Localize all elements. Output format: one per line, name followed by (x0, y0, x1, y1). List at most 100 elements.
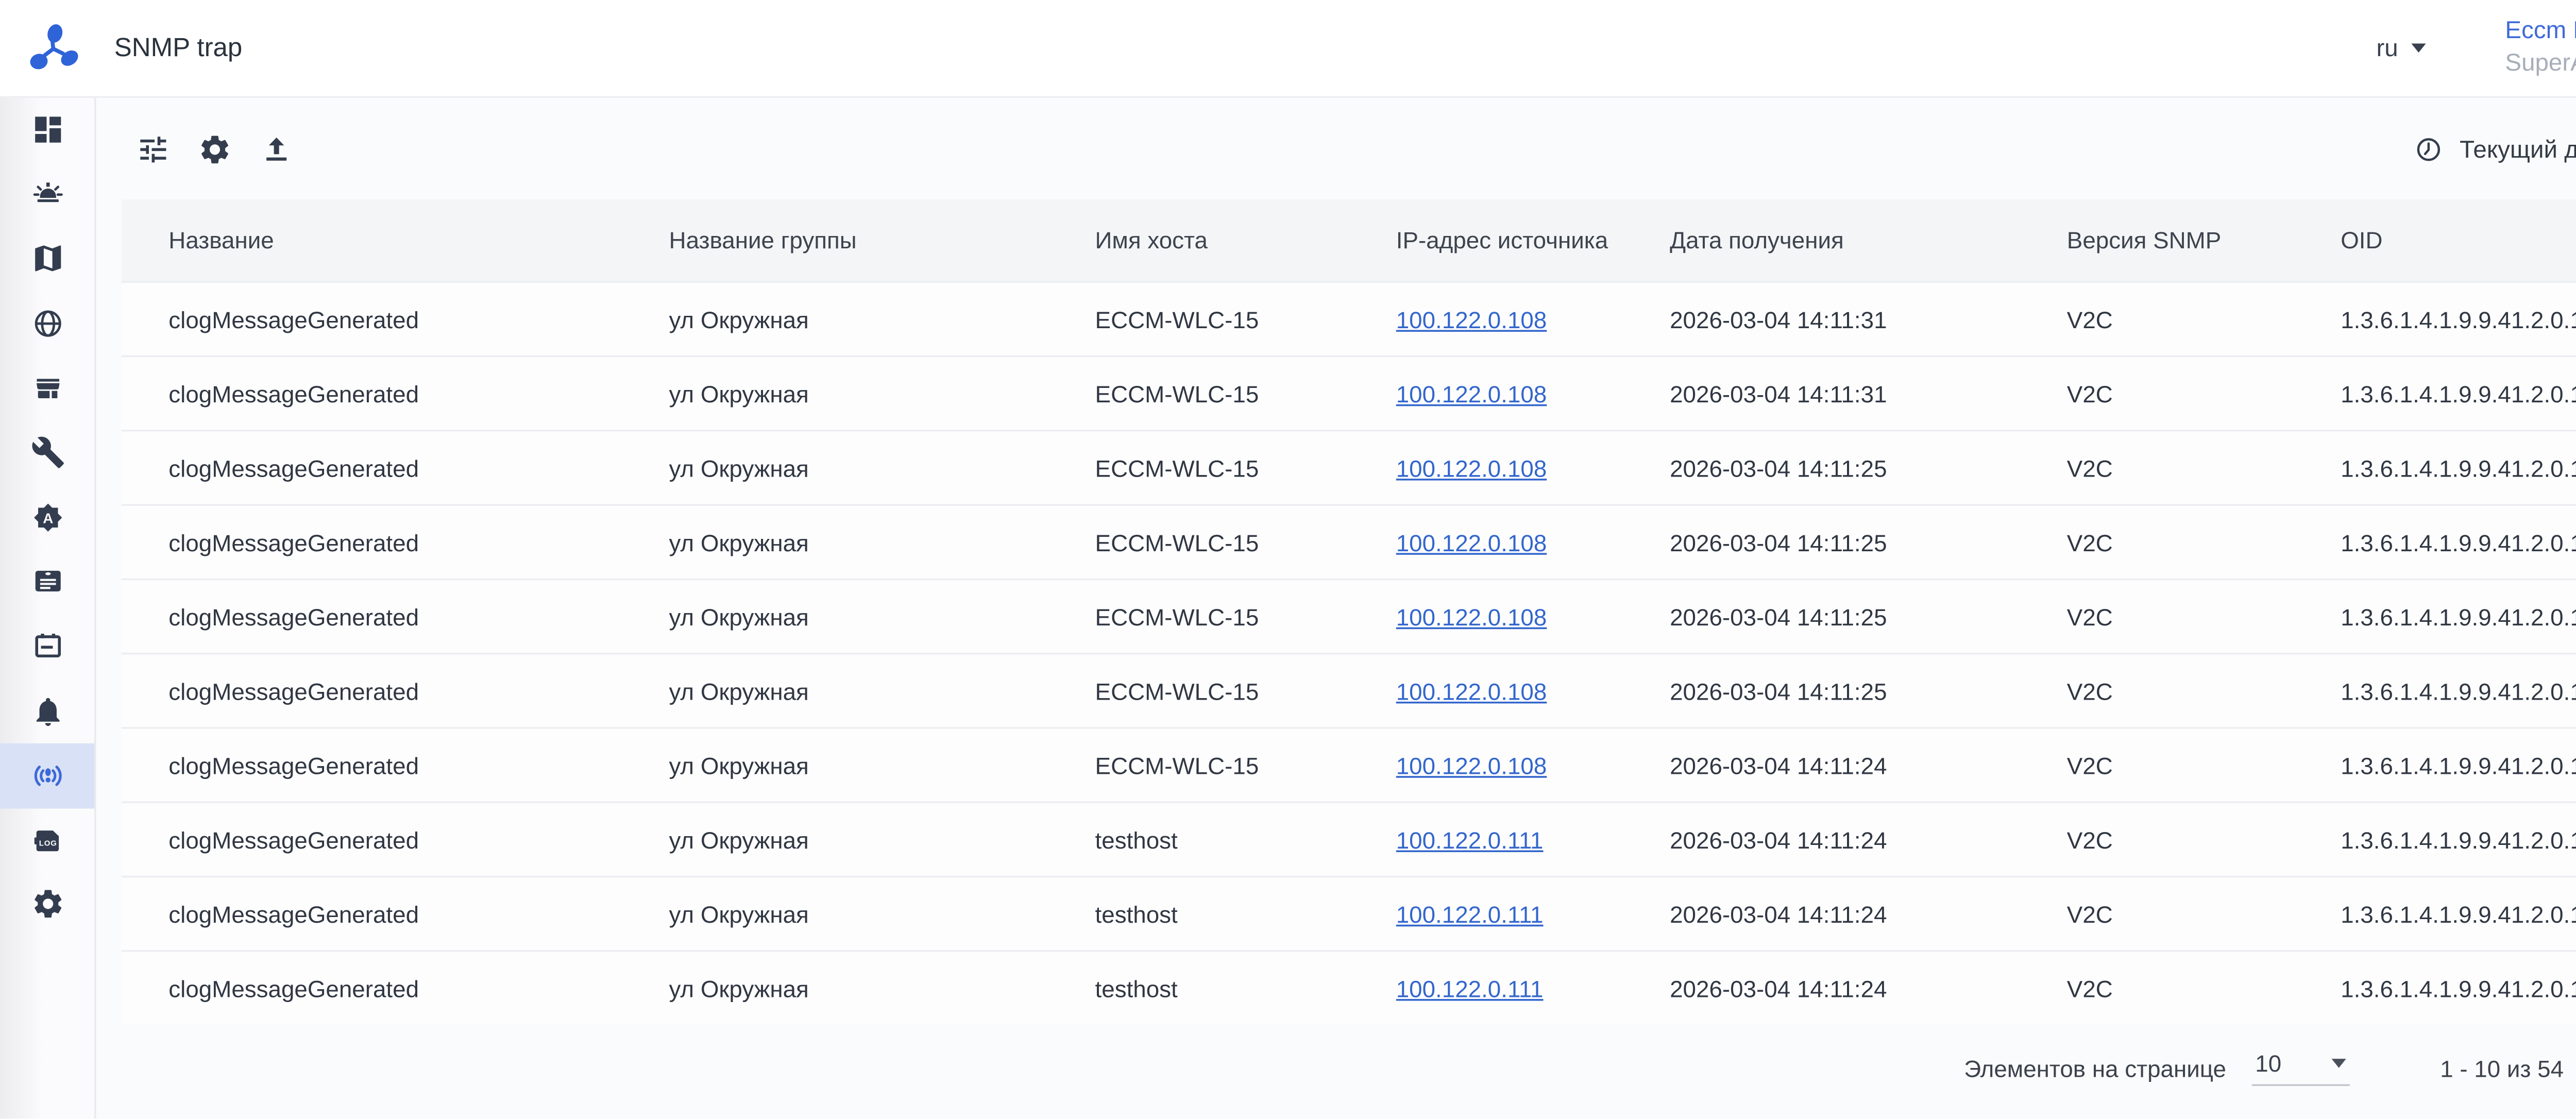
cell-received-date: 2026-03-04 14:11:24 (1670, 826, 2067, 853)
cell-oid: 1.3.6.1.4.1.9.9.41.2.0.1 (2341, 900, 2576, 927)
cell-name: clogMessageGenerated (168, 900, 669, 927)
sidebar-item-logs[interactable]: LOG (0, 808, 94, 872)
wrench-icon (30, 436, 64, 470)
cell-name: clogMessageGenerated (168, 826, 669, 853)
cell-group-name: ул Окружная (669, 529, 1095, 556)
filter-button[interactable] (122, 118, 183, 180)
sidebar-item-alerts[interactable]: A (0, 485, 94, 550)
cell-snmp-version: V2C (2067, 454, 2341, 482)
sidebar-item-network[interactable] (0, 292, 94, 356)
cell-hostname: ECCM-WLC-15 (1095, 306, 1396, 333)
user-menu[interactable]: Eccm E. E. SuperAdmin (2505, 16, 2576, 79)
cell-snmp-version: V2C (2067, 306, 2341, 333)
per-page-select[interactable]: 10 (2251, 1050, 2349, 1086)
table-settings-button[interactable] (183, 118, 245, 180)
filter-tune-icon (135, 131, 170, 166)
cell-oid: 1.3.6.1.4.1.9.9.41.2.0.1 (2341, 380, 2576, 407)
range-label: 1 - 10 из 54 (2440, 1054, 2564, 1081)
main-content: Текущий день 5m Название Название группы (96, 98, 2576, 1118)
cell-name: clogMessageGenerated (168, 975, 669, 1002)
app-logo-icon[interactable] (24, 18, 83, 78)
source-ip-link[interactable]: 100.122.0.108 (1396, 529, 1547, 556)
gear-icon (30, 887, 64, 922)
per-page-label: Элементов на странице (1964, 1054, 2226, 1081)
cell-received-date: 2026-03-04 14:11:25 (1670, 454, 2067, 482)
cell-received-date: 2026-03-04 14:11:25 (1670, 677, 2067, 704)
cell-received-date: 2026-03-04 14:11:31 (1670, 306, 2067, 333)
table-row: clogMessageGenerated ул Окружная ECCM-WL… (122, 281, 2576, 355)
cell-received-date: 2026-03-04 14:11:31 (1670, 380, 2067, 407)
cell-group-name: ул Окружная (669, 677, 1095, 704)
period-picker[interactable]: Текущий день (2413, 133, 2576, 164)
log-file-icon: LOG (30, 823, 64, 857)
bell-icon (30, 694, 64, 728)
sidebar-item-snmp-trap[interactable] (0, 743, 94, 808)
sidebar-item-settings[interactable] (0, 872, 94, 937)
source-ip-link[interactable]: 100.122.0.108 (1396, 306, 1547, 333)
app: SNMP trap ru Eccm E. E. SuperAdmin (0, 0, 2576, 1118)
source-ip-link[interactable]: 100.122.0.108 (1396, 677, 1547, 704)
gear-icon (197, 131, 231, 166)
user-name: Eccm E. E. (2505, 16, 2576, 47)
cell-group-name: ул Окружная (669, 454, 1095, 482)
table-row: clogMessageGenerated ул Окружная ECCM-WL… (122, 504, 2576, 578)
column-header: Имя хоста (1095, 227, 1396, 254)
table-row: clogMessageGenerated ул Окружная testhos… (122, 801, 2576, 875)
cell-received-date: 2026-03-04 14:11:25 (1670, 603, 2067, 630)
cell-name: clogMessageGenerated (168, 752, 669, 779)
language-selector[interactable]: ru (2376, 35, 2425, 62)
source-ip-link[interactable]: 100.122.0.108 (1396, 752, 1547, 779)
sidebar-item-tools[interactable] (0, 420, 94, 485)
toolbar: Текущий день 5m (96, 98, 2576, 199)
sidebar-item-devices[interactable] (0, 356, 94, 420)
sidebar-item-alarms[interactable] (0, 162, 94, 227)
cell-received-date: 2026-03-04 14:11:25 (1670, 529, 2067, 556)
cell-hostname: ECCM-WLC-15 (1095, 380, 1396, 407)
cell-oid: 1.3.6.1.4.1.9.9.41.2.0.1 (2341, 454, 2576, 482)
source-ip-link[interactable]: 100.122.0.111 (1396, 975, 1544, 1002)
cell-group-name: ул Окружная (669, 975, 1095, 1002)
cell-snmp-version: V2C (2067, 529, 2341, 556)
sidebar-item-journal[interactable] (0, 550, 94, 614)
source-ip-link[interactable]: 100.122.0.108 (1396, 603, 1547, 630)
top-header: SNMP trap ru Eccm E. E. SuperAdmin (0, 0, 2576, 98)
cell-name: clogMessageGenerated (168, 454, 669, 482)
cell-snmp-version: V2C (2067, 603, 2341, 630)
cell-snmp-version: V2C (2067, 752, 2341, 779)
storefront-icon (30, 371, 64, 405)
cell-name: clogMessageGenerated (168, 529, 669, 556)
cell-oid: 1.3.6.1.4.1.9.9.41.2.0.1 (2341, 306, 2576, 333)
table-row: clogMessageGenerated ул Окружная ECCM-WL… (122, 579, 2576, 653)
table-row: clogMessageGenerated ул Окружная ECCM-WL… (122, 355, 2576, 430)
cell-group-name: ул Окружная (669, 306, 1095, 333)
sidebar-item-events[interactable] (0, 614, 94, 679)
globe-icon (30, 307, 64, 341)
table-row: clogMessageGenerated ул Окружная ECCM-WL… (122, 727, 2576, 801)
column-header: OID (2341, 227, 2576, 254)
cell-name: clogMessageGenerated (168, 306, 669, 333)
sidebar-item-notifications[interactable] (0, 679, 94, 743)
chevron-down-icon (2331, 1059, 2346, 1068)
cell-oid: 1.3.6.1.4.1.9.9.41.2.0.1 (2341, 975, 2576, 1002)
svg-text:A: A (42, 510, 52, 526)
source-ip-link[interactable]: 100.122.0.108 (1396, 454, 1547, 482)
column-header: IP-адрес источника (1396, 227, 1670, 254)
table-body: clogMessageGenerated ул Окружная ECCM-WL… (122, 281, 2576, 1024)
cell-group-name: ул Окружная (669, 826, 1095, 853)
user-role: SuperAdmin (2505, 49, 2576, 79)
export-button[interactable] (245, 118, 307, 180)
sidebar-item-dashboard[interactable] (0, 98, 94, 162)
cell-hostname: ECCM-WLC-15 (1095, 603, 1396, 630)
map-icon (30, 242, 64, 277)
column-header: Дата получения (1670, 227, 2067, 254)
snmp-trap-table: Название Название группы Имя хоста IP-ад… (122, 199, 2576, 1024)
sidebar-item-map[interactable] (0, 227, 94, 292)
cell-name: clogMessageGenerated (168, 380, 669, 407)
event-note-icon (30, 629, 64, 664)
source-ip-link[interactable]: 100.122.0.111 (1396, 900, 1544, 927)
source-ip-link[interactable]: 100.122.0.111 (1396, 826, 1544, 853)
cell-received-date: 2026-03-04 14:11:24 (1670, 752, 2067, 779)
source-ip-link[interactable]: 100.122.0.108 (1396, 380, 1547, 407)
cell-snmp-version: V2C (2067, 826, 2341, 853)
cell-snmp-version: V2C (2067, 975, 2341, 1002)
